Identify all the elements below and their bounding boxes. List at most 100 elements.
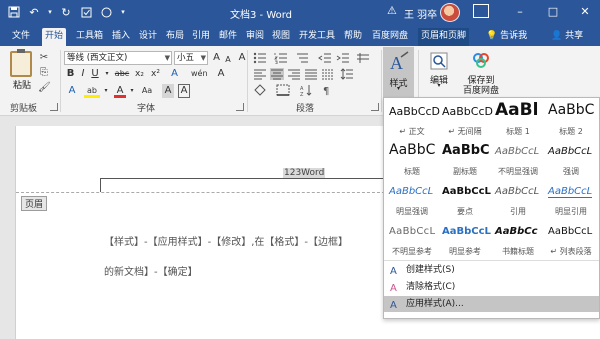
undo-icon[interactable]: ↶: [26, 4, 42, 20]
tab-header-footer[interactable]: 页眉和页脚: [418, 28, 470, 46]
style-list-paragraph[interactable]: AaBbCcL ↵ 列表段落: [545, 219, 597, 259]
ribbon-display-options-icon[interactable]: [473, 4, 489, 18]
paste-button[interactable]: 粘贴: [13, 78, 31, 91]
editing-button[interactable]: 编辑 ▾: [424, 49, 454, 97]
clipboard-launcher-icon[interactable]: [50, 103, 58, 111]
warning-icon[interactable]: ⚠: [387, 4, 397, 17]
subscript-button[interactable]: x₂: [133, 67, 146, 81]
minimize-button[interactable]: –: [508, 2, 532, 22]
style-quote[interactable]: AaBbCcL 引用: [492, 179, 544, 219]
circle-icon[interactable]: [98, 4, 114, 20]
chinese-layout-icon[interactable]: [356, 52, 370, 64]
style-strong[interactable]: AaBbCcL 要点: [439, 179, 491, 219]
create-style-menu-item[interactable]: A 创建样式(S): [384, 262, 599, 278]
font-color-dropdown-icon[interactable]: ▾: [128, 84, 136, 98]
tell-me-search[interactable]: 💡 告诉我: [486, 28, 527, 44]
user-name[interactable]: 王 羽卒: [404, 6, 437, 21]
cut-icon[interactable]: ✂: [38, 52, 50, 63]
style-heading-1[interactable]: AaBl 标题 1: [492, 99, 544, 139]
underline-dropdown-icon[interactable]: ▾: [103, 67, 111, 81]
save-to-baidu-button[interactable]: 保存到 百度网盘: [461, 49, 501, 97]
save-icon[interactable]: [6, 4, 22, 20]
shading-icon[interactable]: [253, 84, 267, 96]
show-marks-icon[interactable]: ¶: [320, 84, 334, 97]
change-case-button[interactable]: Aa: [140, 84, 154, 98]
copy-icon[interactable]: ⎘: [38, 67, 50, 78]
clear-formatting-menu-item[interactable]: A 清除格式(C): [384, 279, 599, 295]
style-emphasis[interactable]: AaBbCcL 强调: [545, 139, 597, 179]
font-color-button[interactable]: A: [114, 84, 126, 98]
tab-review[interactable]: 审阅: [243, 28, 267, 46]
line-spacing-icon[interactable]: [340, 68, 354, 80]
bullets-icon[interactable]: [253, 52, 267, 64]
tab-developer[interactable]: 开发工具: [296, 28, 338, 46]
undo-dropdown-icon[interactable]: ▾: [46, 4, 54, 20]
tab-layout[interactable]: 布局: [163, 28, 187, 46]
format-painter-icon[interactable]: 🖌: [38, 82, 51, 93]
tab-references[interactable]: 引用: [189, 28, 213, 46]
style-normal[interactable]: AaBbCcD ↵ 正文: [386, 99, 440, 139]
bold-button[interactable]: B: [65, 67, 76, 81]
tab-baidu-netdisk[interactable]: 百度网盘: [369, 28, 411, 46]
tab-file[interactable]: 文件: [9, 28, 33, 46]
font-launcher-icon[interactable]: [236, 103, 244, 111]
customize-qat-icon[interactable]: ▾: [118, 4, 128, 20]
strikethrough-button[interactable]: abc: [114, 67, 130, 81]
align-left-icon[interactable]: [253, 68, 267, 80]
header-text[interactable]: 123Word: [283, 168, 326, 178]
avatar[interactable]: [440, 3, 460, 22]
superscript-button[interactable]: x²: [149, 67, 162, 81]
character-shading-button[interactable]: A: [162, 84, 174, 98]
text-effects-icon[interactable]: A: [65, 84, 79, 98]
distributed-icon[interactable]: [321, 68, 335, 80]
styles-button[interactable]: A 样式 ▾: [383, 47, 414, 97]
checkbox-icon[interactable]: [78, 4, 94, 20]
font-name-select[interactable]: 等线 (西文正文) ▼: [64, 51, 172, 65]
body-text-line-1[interactable]: 【样式】-【应用样式】-【修改】,在【格式】-【边框】: [104, 233, 348, 248]
align-right-icon[interactable]: [287, 68, 301, 80]
style-title[interactable]: AaBbC 标题: [386, 139, 438, 179]
align-center-icon[interactable]: [270, 68, 284, 80]
justify-icon[interactable]: [304, 68, 318, 80]
grow-font-button[interactable]: A: [211, 51, 222, 65]
character-border-button[interactable]: A: [178, 84, 190, 98]
borders-icon[interactable]: [276, 84, 290, 96]
maximize-button[interactable]: □: [541, 2, 565, 22]
body-text-line-2[interactable]: 的新文档】-【确定】: [104, 263, 198, 278]
share-button[interactable]: 👤 共享: [551, 28, 583, 44]
shrink-font-button[interactable]: A: [223, 53, 233, 67]
style-intense-quote[interactable]: AaBbCcL 明显引用: [545, 179, 597, 219]
style-subtle-emphasis[interactable]: AaBbCcL 不明显强调: [492, 139, 544, 179]
tab-help[interactable]: 帮助: [341, 28, 365, 46]
tab-mailings[interactable]: 邮件: [216, 28, 240, 46]
highlight-button[interactable]: ab: [84, 84, 100, 98]
style-subtle-reference[interactable]: AaBbCcL 不明显参考: [386, 219, 438, 259]
style-intense-reference[interactable]: AaBbCcL 明显参考: [439, 219, 491, 259]
sort-icon[interactable]: AZ: [300, 84, 314, 98]
style-book-title[interactable]: AaBbCc 书籍标题: [492, 219, 544, 259]
decrease-indent-icon[interactable]: [318, 52, 332, 64]
close-button[interactable]: ✕: [573, 2, 597, 22]
phonetic-guide-button[interactable]: wén: [191, 67, 208, 81]
highlight-dropdown-icon[interactable]: ▾: [102, 84, 110, 98]
font-size-select[interactable]: 小五 ▼: [174, 51, 208, 65]
redo-icon[interactable]: ↻: [58, 4, 74, 20]
increase-indent-icon[interactable]: [336, 52, 350, 64]
tab-design[interactable]: 设计: [136, 28, 160, 46]
style-subtitle[interactable]: AaBbC 副标题: [439, 139, 491, 179]
multilevel-list-icon[interactable]: [295, 52, 309, 64]
numbering-icon[interactable]: [274, 52, 288, 65]
style-intense-emphasis[interactable]: AaBbCcL 明显强调: [386, 179, 438, 219]
style-no-spacing[interactable]: AaBbCcD ↵ 无间隔: [439, 99, 493, 139]
enclose-characters-button[interactable]: A: [214, 67, 228, 81]
italic-button[interactable]: I: [78, 67, 88, 81]
text-effects-button[interactable]: A: [168, 67, 181, 81]
tab-view[interactable]: 视图: [269, 28, 293, 46]
tab-insert[interactable]: 插入: [109, 28, 133, 46]
apply-styles-menu-item[interactable]: A 应用样式(A)...: [384, 296, 599, 312]
tab-toolbox[interactable]: 工具箱: [73, 28, 106, 46]
paste-icon[interactable]: [10, 49, 32, 77]
tab-home[interactable]: 开始: [42, 28, 67, 46]
underline-button[interactable]: U: [90, 67, 100, 81]
style-heading-2[interactable]: AaBbC 标题 2: [545, 99, 597, 139]
